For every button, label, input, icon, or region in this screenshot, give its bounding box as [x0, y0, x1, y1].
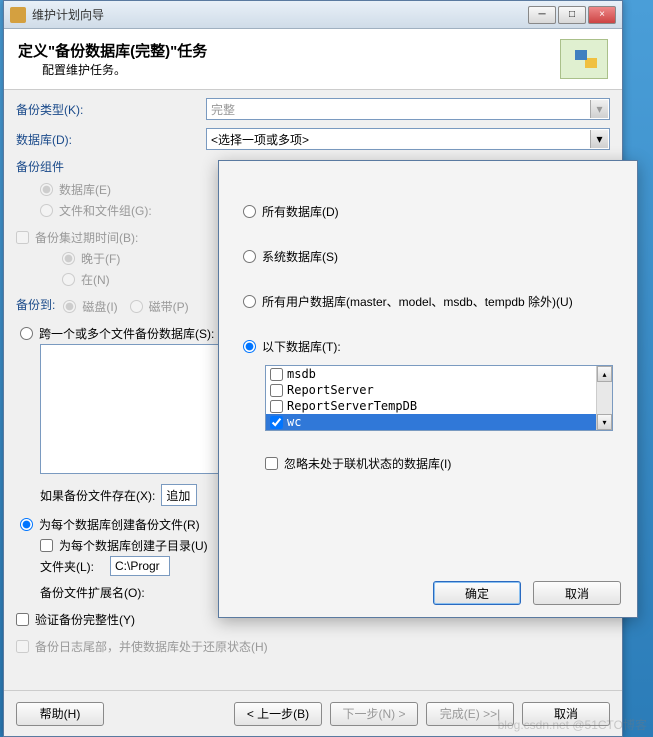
list-item: ReportServer — [266, 382, 596, 398]
cancel-button[interactable]: 取消 — [522, 702, 610, 726]
disk-radio — [63, 300, 76, 313]
if-exists-label: 如果备份文件存在(X): — [40, 487, 155, 504]
database-select-dialog: 所有数据库(D) 系统数据库(S) 所有用户数据库(master、model、m… — [218, 160, 638, 618]
list-item: msdb — [266, 366, 596, 382]
all-db-radio[interactable] — [243, 205, 256, 218]
system-db-radio[interactable] — [243, 250, 256, 263]
backup-type-combo: 完整 ▾ — [206, 98, 610, 120]
scrollbar[interactable]: ▴ ▾ — [596, 366, 612, 430]
database-list[interactable]: msdb ReportServer ReportServerTempDB wc … — [265, 365, 613, 431]
scroll-down-icon[interactable]: ▾ — [597, 414, 612, 430]
per-db-file-radio[interactable] — [20, 518, 33, 531]
backup-to-label: 备份到: — [16, 296, 55, 313]
these-db-radio[interactable] — [243, 340, 256, 353]
db-checkbox[interactable] — [270, 384, 283, 397]
list-item: wc — [266, 414, 596, 430]
titlebar[interactable]: 维护计划向导 ─ □ × — [4, 1, 622, 29]
folder-label: 文件夹(L): — [40, 558, 110, 575]
log-tail-checkbox — [16, 640, 29, 653]
expire-on-radio — [62, 273, 75, 286]
backup-type-label: 备份类型(K): — [16, 101, 206, 118]
db-checkbox[interactable] — [270, 416, 283, 429]
component-db-radio — [40, 183, 53, 196]
window-title: 维护计划向导 — [32, 6, 528, 23]
expire-checkbox — [16, 231, 29, 244]
database-combo[interactable]: <选择一项或多项> ▾ — [206, 128, 610, 150]
maximize-button[interactable]: □ — [558, 6, 586, 24]
ignore-offline-checkbox[interactable] — [265, 457, 278, 470]
db-checkbox[interactable] — [270, 400, 283, 413]
wizard-footer: 帮助(H) < 上一步(B) 下一步(N) > 完成(E) >>| 取消 — [4, 690, 622, 736]
scroll-up-icon[interactable]: ▴ — [597, 366, 612, 382]
ok-button[interactable]: 确定 — [433, 581, 521, 605]
user-db-radio[interactable] — [243, 295, 256, 308]
if-exists-combo[interactable]: 追加 — [161, 484, 197, 506]
list-item: ReportServerTempDB — [266, 398, 596, 414]
across-files-radio[interactable] — [20, 327, 33, 340]
app-icon — [10, 7, 26, 23]
file-list[interactable] — [40, 344, 220, 474]
chevron-down-icon: ▾ — [590, 100, 608, 118]
chevron-down-icon[interactable]: ▾ — [590, 130, 608, 148]
db-checkbox[interactable] — [270, 368, 283, 381]
header-icon — [560, 39, 608, 79]
extension-label: 备份文件扩展名(O): — [40, 584, 145, 601]
help-button[interactable]: 帮助(H) — [16, 702, 104, 726]
next-button: 下一步(N) > — [330, 702, 418, 726]
tape-radio — [130, 300, 143, 313]
expire-after-radio — [62, 252, 75, 265]
verify-checkbox[interactable] — [16, 613, 29, 626]
component-files-radio — [40, 204, 53, 217]
database-label: 数据库(D): — [16, 131, 206, 148]
page-subtitle: 配置维护任务。 — [42, 61, 560, 78]
dialog-cancel-button[interactable]: 取消 — [533, 581, 621, 605]
close-button[interactable]: × — [588, 6, 616, 24]
minimize-button[interactable]: ─ — [528, 6, 556, 24]
back-button[interactable]: < 上一步(B) — [234, 702, 322, 726]
finish-button: 完成(E) >>| — [426, 702, 514, 726]
wizard-header: 定义"备份数据库(完整)"任务 配置维护任务。 — [4, 29, 622, 90]
folder-input[interactable] — [110, 556, 170, 576]
per-db-subdir-checkbox[interactable] — [40, 539, 53, 552]
page-title: 定义"备份数据库(完整)"任务 — [18, 40, 560, 61]
